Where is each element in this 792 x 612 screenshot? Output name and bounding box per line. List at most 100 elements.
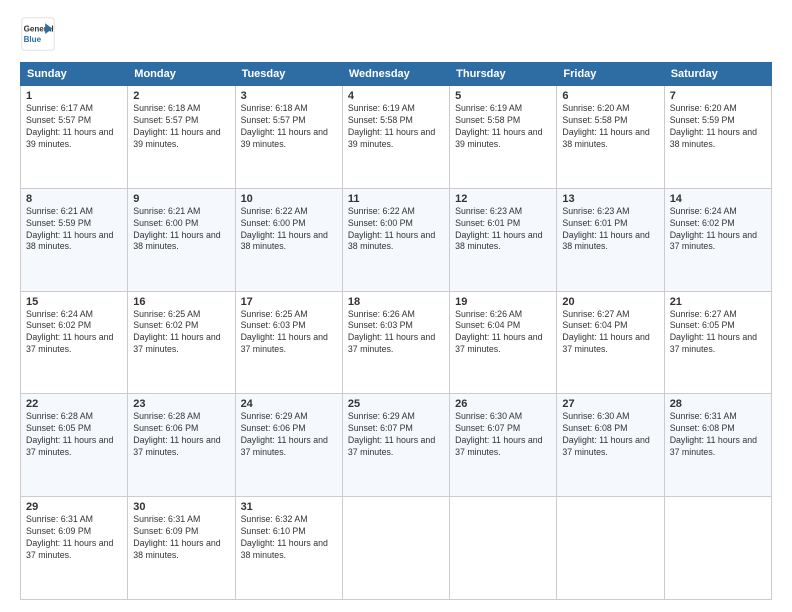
day-info: Sunrise: 6:20 AM Sunset: 5:58 PM Dayligh… xyxy=(562,103,658,151)
calendar-day-cell: 9 Sunrise: 6:21 AM Sunset: 6:00 PM Dayli… xyxy=(128,188,235,291)
day-info: Sunrise: 6:24 AM Sunset: 6:02 PM Dayligh… xyxy=(670,206,766,254)
calendar-header-cell: Saturday xyxy=(664,63,771,86)
day-info: Sunrise: 6:28 AM Sunset: 6:05 PM Dayligh… xyxy=(26,411,122,459)
day-info: Sunrise: 6:26 AM Sunset: 6:03 PM Dayligh… xyxy=(348,309,444,357)
day-number: 6 xyxy=(562,90,658,102)
day-number: 30 xyxy=(133,501,229,513)
calendar-header-cell: Monday xyxy=(128,63,235,86)
day-info: Sunrise: 6:25 AM Sunset: 6:03 PM Dayligh… xyxy=(241,309,337,357)
day-number: 12 xyxy=(455,193,551,205)
page: General Blue SundayMondayTuesdayWednesda… xyxy=(0,0,792,612)
calendar-day-cell xyxy=(450,497,557,600)
calendar-day-cell: 25 Sunrise: 6:29 AM Sunset: 6:07 PM Dayl… xyxy=(342,394,449,497)
calendar-day-cell: 5 Sunrise: 6:19 AM Sunset: 5:58 PM Dayli… xyxy=(450,86,557,189)
day-number: 20 xyxy=(562,296,658,308)
calendar-header-cell: Friday xyxy=(557,63,664,86)
day-info: Sunrise: 6:27 AM Sunset: 6:05 PM Dayligh… xyxy=(670,309,766,357)
calendar-week-row: 8 Sunrise: 6:21 AM Sunset: 5:59 PM Dayli… xyxy=(21,188,772,291)
calendar-day-cell: 12 Sunrise: 6:23 AM Sunset: 6:01 PM Dayl… xyxy=(450,188,557,291)
day-info: Sunrise: 6:17 AM Sunset: 5:57 PM Dayligh… xyxy=(26,103,122,151)
day-number: 31 xyxy=(241,501,337,513)
day-number: 14 xyxy=(670,193,766,205)
calendar-day-cell: 26 Sunrise: 6:30 AM Sunset: 6:07 PM Dayl… xyxy=(450,394,557,497)
calendar-header-cell: Wednesday xyxy=(342,63,449,86)
day-number: 25 xyxy=(348,398,444,410)
calendar-day-cell: 3 Sunrise: 6:18 AM Sunset: 5:57 PM Dayli… xyxy=(235,86,342,189)
calendar-body: 1 Sunrise: 6:17 AM Sunset: 5:57 PM Dayli… xyxy=(21,86,772,600)
calendar-day-cell: 10 Sunrise: 6:22 AM Sunset: 6:00 PM Dayl… xyxy=(235,188,342,291)
day-number: 24 xyxy=(241,398,337,410)
calendar-day-cell xyxy=(664,497,771,600)
day-info: Sunrise: 6:29 AM Sunset: 6:07 PM Dayligh… xyxy=(348,411,444,459)
calendar-day-cell: 17 Sunrise: 6:25 AM Sunset: 6:03 PM Dayl… xyxy=(235,291,342,394)
calendar-day-cell: 21 Sunrise: 6:27 AM Sunset: 6:05 PM Dayl… xyxy=(664,291,771,394)
day-number: 1 xyxy=(26,90,122,102)
day-info: Sunrise: 6:30 AM Sunset: 6:07 PM Dayligh… xyxy=(455,411,551,459)
calendar-day-cell: 15 Sunrise: 6:24 AM Sunset: 6:02 PM Dayl… xyxy=(21,291,128,394)
calendar-day-cell: 13 Sunrise: 6:23 AM Sunset: 6:01 PM Dayl… xyxy=(557,188,664,291)
calendar-week-row: 1 Sunrise: 6:17 AM Sunset: 5:57 PM Dayli… xyxy=(21,86,772,189)
day-info: Sunrise: 6:18 AM Sunset: 5:57 PM Dayligh… xyxy=(241,103,337,151)
day-info: Sunrise: 6:22 AM Sunset: 6:00 PM Dayligh… xyxy=(241,206,337,254)
calendar-day-cell: 22 Sunrise: 6:28 AM Sunset: 6:05 PM Dayl… xyxy=(21,394,128,497)
day-info: Sunrise: 6:24 AM Sunset: 6:02 PM Dayligh… xyxy=(26,309,122,357)
calendar-day-cell: 23 Sunrise: 6:28 AM Sunset: 6:06 PM Dayl… xyxy=(128,394,235,497)
day-number: 10 xyxy=(241,193,337,205)
day-number: 28 xyxy=(670,398,766,410)
day-number: 8 xyxy=(26,193,122,205)
header: General Blue xyxy=(20,16,772,52)
day-info: Sunrise: 6:26 AM Sunset: 6:04 PM Dayligh… xyxy=(455,309,551,357)
day-number: 29 xyxy=(26,501,122,513)
calendar-day-cell: 30 Sunrise: 6:31 AM Sunset: 6:09 PM Dayl… xyxy=(128,497,235,600)
calendar-day-cell: 24 Sunrise: 6:29 AM Sunset: 6:06 PM Dayl… xyxy=(235,394,342,497)
calendar-day-cell: 6 Sunrise: 6:20 AM Sunset: 5:58 PM Dayli… xyxy=(557,86,664,189)
calendar-header-cell: Thursday xyxy=(450,63,557,86)
day-info: Sunrise: 6:23 AM Sunset: 6:01 PM Dayligh… xyxy=(562,206,658,254)
day-info: Sunrise: 6:28 AM Sunset: 6:06 PM Dayligh… xyxy=(133,411,229,459)
day-number: 2 xyxy=(133,90,229,102)
day-number: 21 xyxy=(670,296,766,308)
calendar-day-cell: 27 Sunrise: 6:30 AM Sunset: 6:08 PM Dayl… xyxy=(557,394,664,497)
calendar-table: SundayMondayTuesdayWednesdayThursdayFrid… xyxy=(20,62,772,600)
svg-text:Blue: Blue xyxy=(24,35,42,44)
day-number: 23 xyxy=(133,398,229,410)
calendar-day-cell: 18 Sunrise: 6:26 AM Sunset: 6:03 PM Dayl… xyxy=(342,291,449,394)
day-number: 11 xyxy=(348,193,444,205)
day-number: 4 xyxy=(348,90,444,102)
day-number: 15 xyxy=(26,296,122,308)
day-number: 26 xyxy=(455,398,551,410)
day-info: Sunrise: 6:31 AM Sunset: 6:09 PM Dayligh… xyxy=(133,514,229,562)
calendar-day-cell: 31 Sunrise: 6:32 AM Sunset: 6:10 PM Dayl… xyxy=(235,497,342,600)
calendar-day-cell: 28 Sunrise: 6:31 AM Sunset: 6:08 PM Dayl… xyxy=(664,394,771,497)
calendar-week-row: 15 Sunrise: 6:24 AM Sunset: 6:02 PM Dayl… xyxy=(21,291,772,394)
day-number: 16 xyxy=(133,296,229,308)
calendar-week-row: 22 Sunrise: 6:28 AM Sunset: 6:05 PM Dayl… xyxy=(21,394,772,497)
day-info: Sunrise: 6:29 AM Sunset: 6:06 PM Dayligh… xyxy=(241,411,337,459)
calendar-header-cell: Tuesday xyxy=(235,63,342,86)
day-info: Sunrise: 6:25 AM Sunset: 6:02 PM Dayligh… xyxy=(133,309,229,357)
day-info: Sunrise: 6:27 AM Sunset: 6:04 PM Dayligh… xyxy=(562,309,658,357)
day-info: Sunrise: 6:20 AM Sunset: 5:59 PM Dayligh… xyxy=(670,103,766,151)
calendar-day-cell: 11 Sunrise: 6:22 AM Sunset: 6:00 PM Dayl… xyxy=(342,188,449,291)
day-info: Sunrise: 6:19 AM Sunset: 5:58 PM Dayligh… xyxy=(348,103,444,151)
day-info: Sunrise: 6:22 AM Sunset: 6:00 PM Dayligh… xyxy=(348,206,444,254)
day-info: Sunrise: 6:31 AM Sunset: 6:09 PM Dayligh… xyxy=(26,514,122,562)
logo: General Blue xyxy=(20,16,56,52)
day-number: 18 xyxy=(348,296,444,308)
day-number: 17 xyxy=(241,296,337,308)
day-info: Sunrise: 6:23 AM Sunset: 6:01 PM Dayligh… xyxy=(455,206,551,254)
day-number: 7 xyxy=(670,90,766,102)
day-info: Sunrise: 6:19 AM Sunset: 5:58 PM Dayligh… xyxy=(455,103,551,151)
calendar-day-cell: 8 Sunrise: 6:21 AM Sunset: 5:59 PM Dayli… xyxy=(21,188,128,291)
calendar-day-cell: 1 Sunrise: 6:17 AM Sunset: 5:57 PM Dayli… xyxy=(21,86,128,189)
day-number: 27 xyxy=(562,398,658,410)
calendar-day-cell: 4 Sunrise: 6:19 AM Sunset: 5:58 PM Dayli… xyxy=(342,86,449,189)
calendar-day-cell xyxy=(342,497,449,600)
day-info: Sunrise: 6:32 AM Sunset: 6:10 PM Dayligh… xyxy=(241,514,337,562)
calendar-day-cell: 29 Sunrise: 6:31 AM Sunset: 6:09 PM Dayl… xyxy=(21,497,128,600)
day-info: Sunrise: 6:21 AM Sunset: 6:00 PM Dayligh… xyxy=(133,206,229,254)
day-number: 19 xyxy=(455,296,551,308)
day-number: 5 xyxy=(455,90,551,102)
calendar-day-cell: 19 Sunrise: 6:26 AM Sunset: 6:04 PM Dayl… xyxy=(450,291,557,394)
calendar-day-cell: 7 Sunrise: 6:20 AM Sunset: 5:59 PM Dayli… xyxy=(664,86,771,189)
